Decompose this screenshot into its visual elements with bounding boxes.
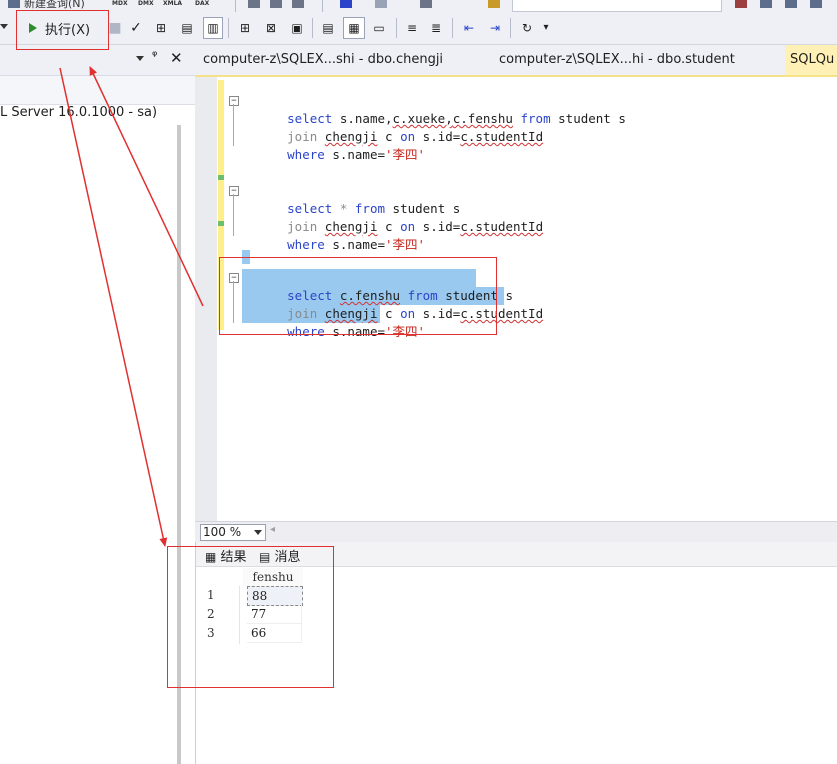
- arrow-to-results: [59, 67, 168, 547]
- annotation-arrows: [59, 66, 204, 547]
- arrow-to-execute: [89, 66, 204, 307]
